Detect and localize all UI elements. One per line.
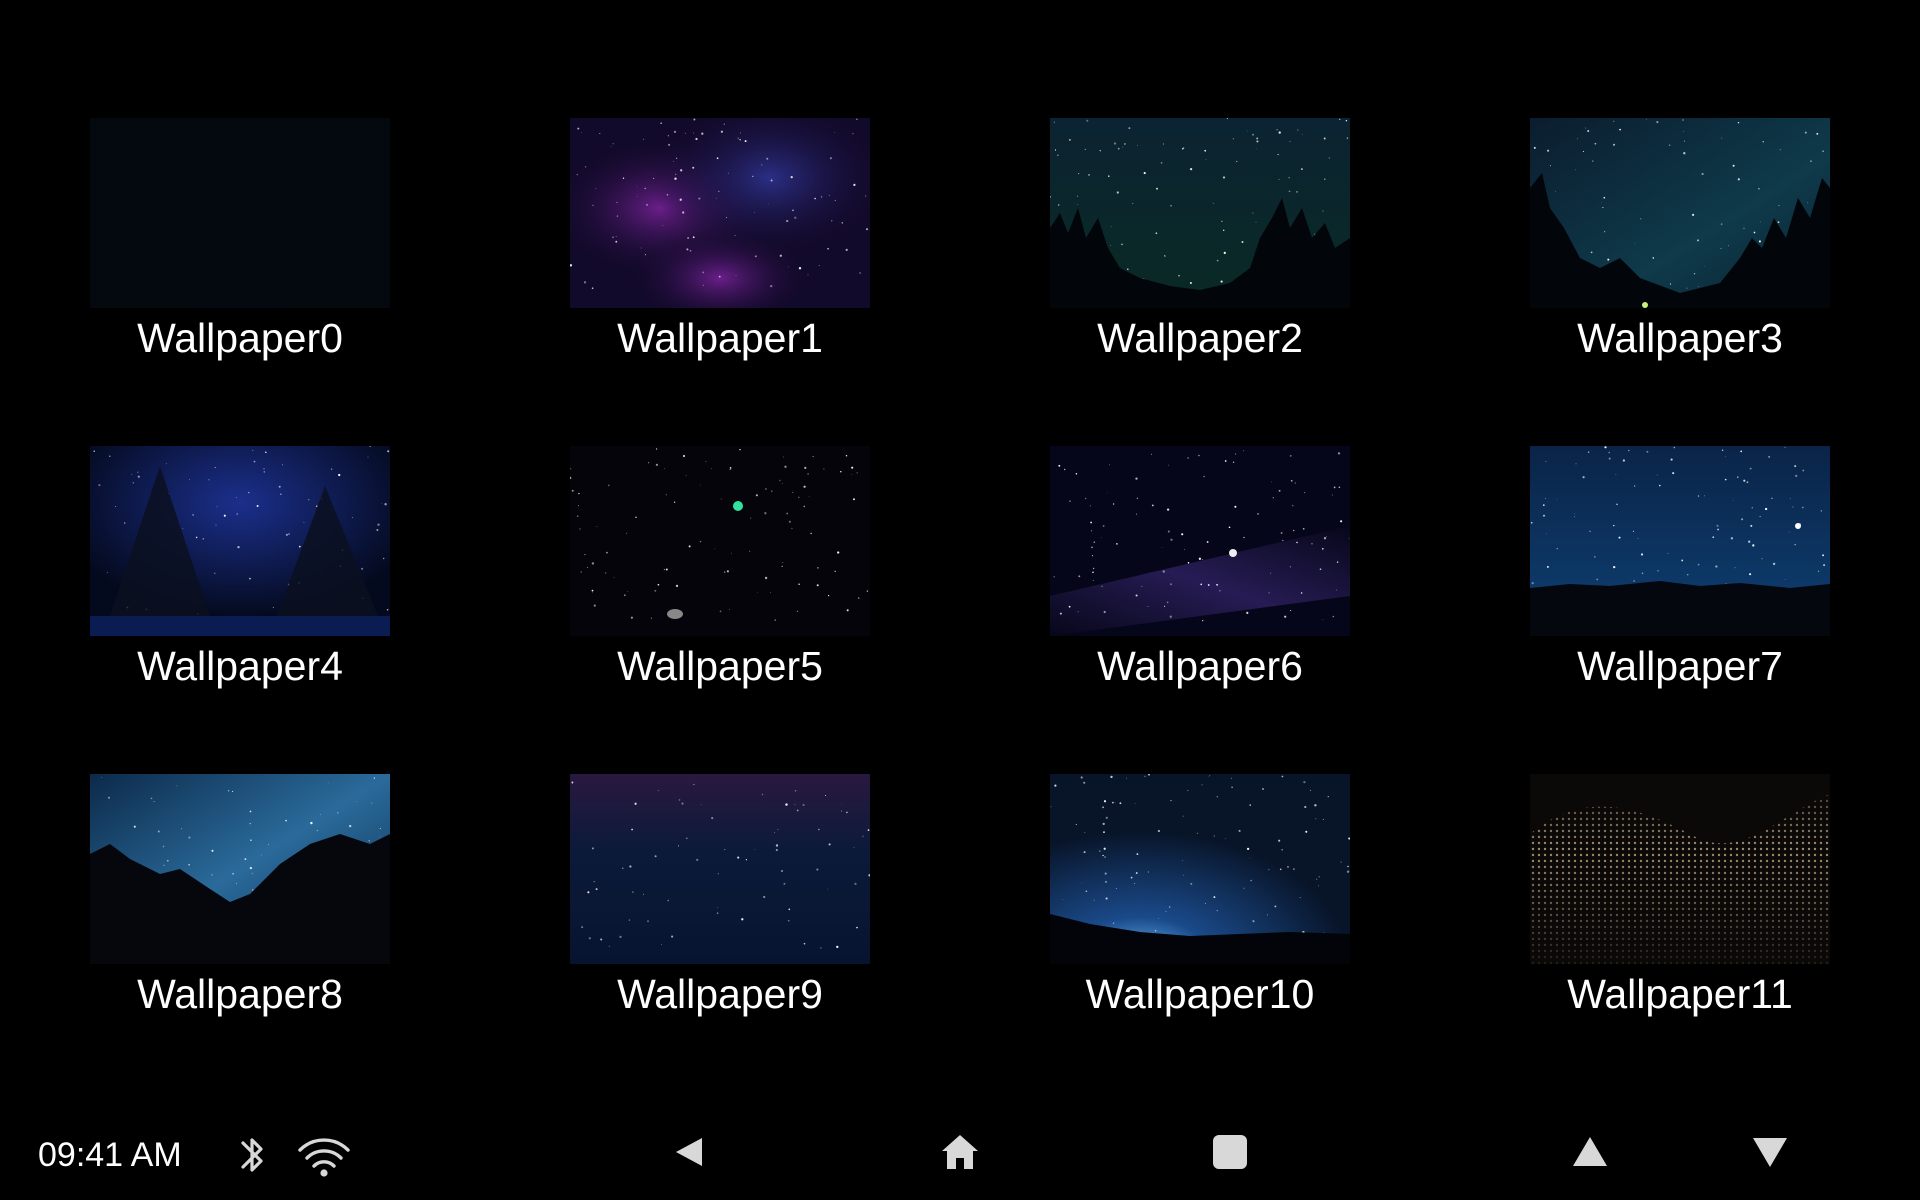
wifi-icon xyxy=(296,1128,352,1187)
back-icon xyxy=(672,1134,708,1175)
volume-up-button[interactable] xyxy=(1560,1124,1620,1184)
wallpaper-tile-7[interactable]: Wallpaper7 xyxy=(1530,446,1830,704)
wallpaper-tile-10[interactable]: Wallpaper10 xyxy=(1050,774,1350,1032)
wallpaper-tile-9[interactable]: Wallpaper9 xyxy=(570,774,870,1032)
wallpaper-label: Wallpaper2 xyxy=(1097,315,1303,361)
wallpaper-label: Wallpaper3 xyxy=(1577,315,1783,361)
wallpaper-thumbnail-1 xyxy=(570,118,870,308)
recents-button[interactable] xyxy=(1200,1124,1260,1184)
wallpaper-thumbnail-7 xyxy=(1530,446,1830,636)
wallpaper-label: Wallpaper8 xyxy=(137,971,343,1017)
wallpaper-label: Wallpaper5 xyxy=(617,643,823,689)
wallpaper-thumbnail-2 xyxy=(1050,118,1350,308)
wallpaper-grid: Wallpaper0 Wallpaper1 Wallpaper2 Wallpap… xyxy=(90,118,1830,1032)
wallpaper-thumbnail-8 xyxy=(90,774,390,964)
wallpaper-tile-3[interactable]: Wallpaper3 xyxy=(1530,118,1830,376)
back-button[interactable] xyxy=(660,1124,720,1184)
wallpaper-tile-8[interactable]: Wallpaper8 xyxy=(90,774,390,1032)
wallpaper-thumbnail-3 xyxy=(1530,118,1830,308)
wallpaper-thumbnail-11 xyxy=(1530,774,1830,964)
wallpaper-picker-screen: Wallpaper0 Wallpaper1 Wallpaper2 Wallpap… xyxy=(0,0,1920,1200)
wallpaper-thumbnail-4 xyxy=(90,446,390,636)
wallpaper-label: Wallpaper10 xyxy=(1085,971,1315,1017)
wallpaper-label: Wallpaper4 xyxy=(137,643,343,689)
wallpaper-label: Wallpaper11 xyxy=(1567,971,1793,1017)
wallpaper-thumbnail-5 xyxy=(570,446,870,636)
wallpaper-label: Wallpaper7 xyxy=(1577,643,1783,689)
wallpaper-tile-11[interactable]: Wallpaper11 xyxy=(1530,774,1830,1032)
wallpaper-tile-1[interactable]: Wallpaper1 xyxy=(570,118,870,376)
wallpaper-thumbnail-10 xyxy=(1050,774,1350,964)
wallpaper-tile-6[interactable]: Wallpaper6 xyxy=(1050,446,1350,704)
wallpaper-thumbnail-6 xyxy=(1050,446,1350,636)
bluetooth-icon xyxy=(234,1128,270,1187)
volume-up-icon xyxy=(1571,1135,1609,1174)
clock: 09:41 AM xyxy=(38,1136,182,1174)
volume-down-icon xyxy=(1751,1135,1789,1174)
wallpaper-tile-2[interactable]: Wallpaper2 xyxy=(1050,118,1350,376)
recents-icon xyxy=(1211,1133,1249,1176)
wallpaper-tile-0[interactable]: Wallpaper0 xyxy=(90,118,390,376)
wallpaper-tile-5[interactable]: Wallpaper5 xyxy=(570,446,870,704)
wallpaper-thumbnail-9 xyxy=(570,774,870,964)
wallpaper-label: Wallpaper0 xyxy=(137,315,343,361)
wallpaper-label: Wallpaper1 xyxy=(617,315,823,361)
wallpaper-thumbnail-0 xyxy=(90,118,390,308)
system-bar: 09:41 AM xyxy=(0,1110,1920,1200)
home-button[interactable] xyxy=(930,1124,990,1184)
wallpaper-label: Wallpaper9 xyxy=(617,971,823,1017)
volume-down-button[interactable] xyxy=(1740,1124,1800,1184)
wallpaper-label: Wallpaper6 xyxy=(1097,643,1303,689)
home-icon xyxy=(940,1132,980,1177)
wallpaper-tile-4[interactable]: Wallpaper4 xyxy=(90,446,390,704)
